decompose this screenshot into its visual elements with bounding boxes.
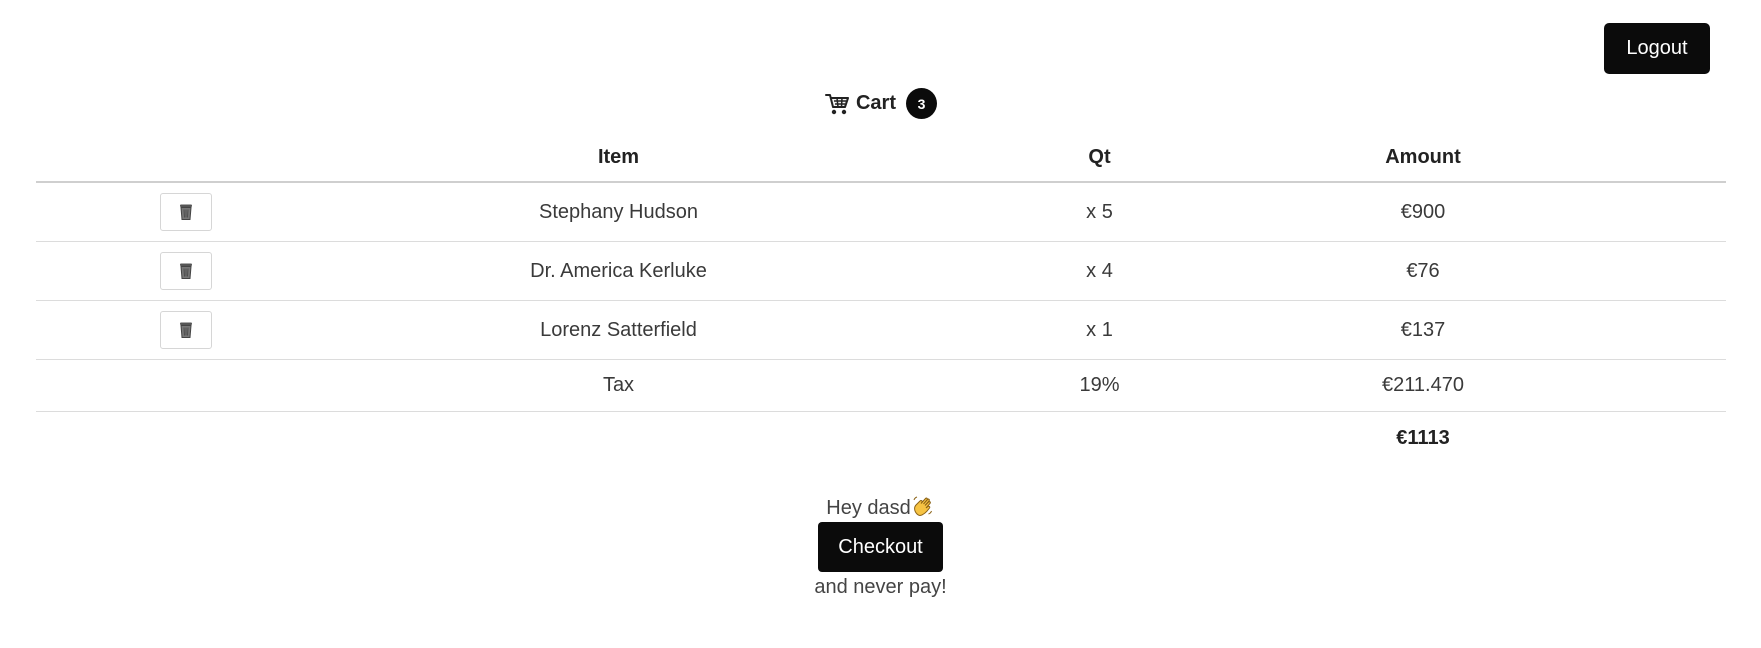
- column-header-action: [36, 134, 336, 183]
- tax-row: Tax 19% €211.470: [36, 359, 1726, 412]
- item-amount: €137: [1298, 300, 1548, 360]
- checkout-button[interactable]: Checkout: [818, 522, 943, 572]
- tax-amount: €211.470: [1298, 359, 1548, 412]
- row-spacer: [1548, 412, 1726, 465]
- total-amount: €1113: [1396, 426, 1450, 449]
- cart-page: Logout Cart 3 Item Qt Amount Stephany Hu…: [0, 0, 1761, 648]
- column-header-spacer: [1548, 134, 1726, 183]
- column-header-amount: Amount: [1298, 134, 1548, 183]
- item-name: Stephany Hudson: [336, 182, 901, 242]
- table-row: Lorenz Satterfield x 1 €137: [36, 300, 1726, 360]
- total-empty-cell: [336, 412, 901, 465]
- delete-item-button[interactable]: [160, 311, 212, 349]
- column-header-item: Item: [336, 134, 901, 183]
- total-empty-cell: [901, 412, 1298, 465]
- shopping-cart-icon: [824, 91, 850, 117]
- item-amount: €76: [1298, 241, 1548, 301]
- trash-icon: [180, 204, 192, 220]
- tax-label: Tax: [336, 359, 901, 412]
- cart-count-badge: 3: [906, 88, 937, 119]
- tax-empty-cell: [36, 359, 336, 412]
- tax-rate: 19%: [901, 359, 1298, 412]
- row-action-cell: [36, 182, 336, 242]
- item-amount: €900: [1298, 182, 1548, 242]
- row-spacer: [1548, 241, 1726, 301]
- trash-icon: [180, 322, 192, 338]
- item-name: Dr. America Kerluke: [336, 241, 901, 301]
- row-action-cell: [36, 300, 336, 360]
- cart-table: Item Qt Amount Stephany Hudson x 5 €900 …: [36, 134, 1726, 464]
- row-spacer: [1548, 359, 1726, 412]
- cart-header: Cart 3: [0, 88, 1761, 119]
- table-row: Dr. America Kerluke x 4 €76: [36, 241, 1726, 301]
- item-quantity: x 5: [901, 182, 1298, 242]
- waving-hand-icon: [911, 494, 935, 518]
- item-name: Lorenz Satterfield: [336, 300, 901, 360]
- tagline: and never pay!: [814, 576, 947, 598]
- row-action-cell: [36, 241, 336, 301]
- item-quantity: x 1: [901, 300, 1298, 360]
- cart-title: Cart: [855, 92, 896, 114]
- table-header-row: Item Qt Amount: [36, 134, 1726, 183]
- total-row: €1113: [36, 412, 1726, 465]
- table-row: Stephany Hudson x 5 €900: [36, 182, 1726, 242]
- logout-button[interactable]: Logout: [1604, 23, 1710, 74]
- column-header-qt: Qt: [901, 134, 1298, 183]
- row-spacer: [1548, 182, 1726, 242]
- delete-item-button[interactable]: [160, 252, 212, 290]
- greeting-text: Hey dasd: [826, 497, 911, 519]
- greeting: Hey dasd: [0, 494, 1761, 520]
- item-quantity: x 4: [901, 241, 1298, 301]
- trash-icon: [180, 263, 192, 279]
- row-spacer: [1548, 300, 1726, 360]
- total-empty-cell: [36, 412, 336, 465]
- delete-item-button[interactable]: [160, 193, 212, 231]
